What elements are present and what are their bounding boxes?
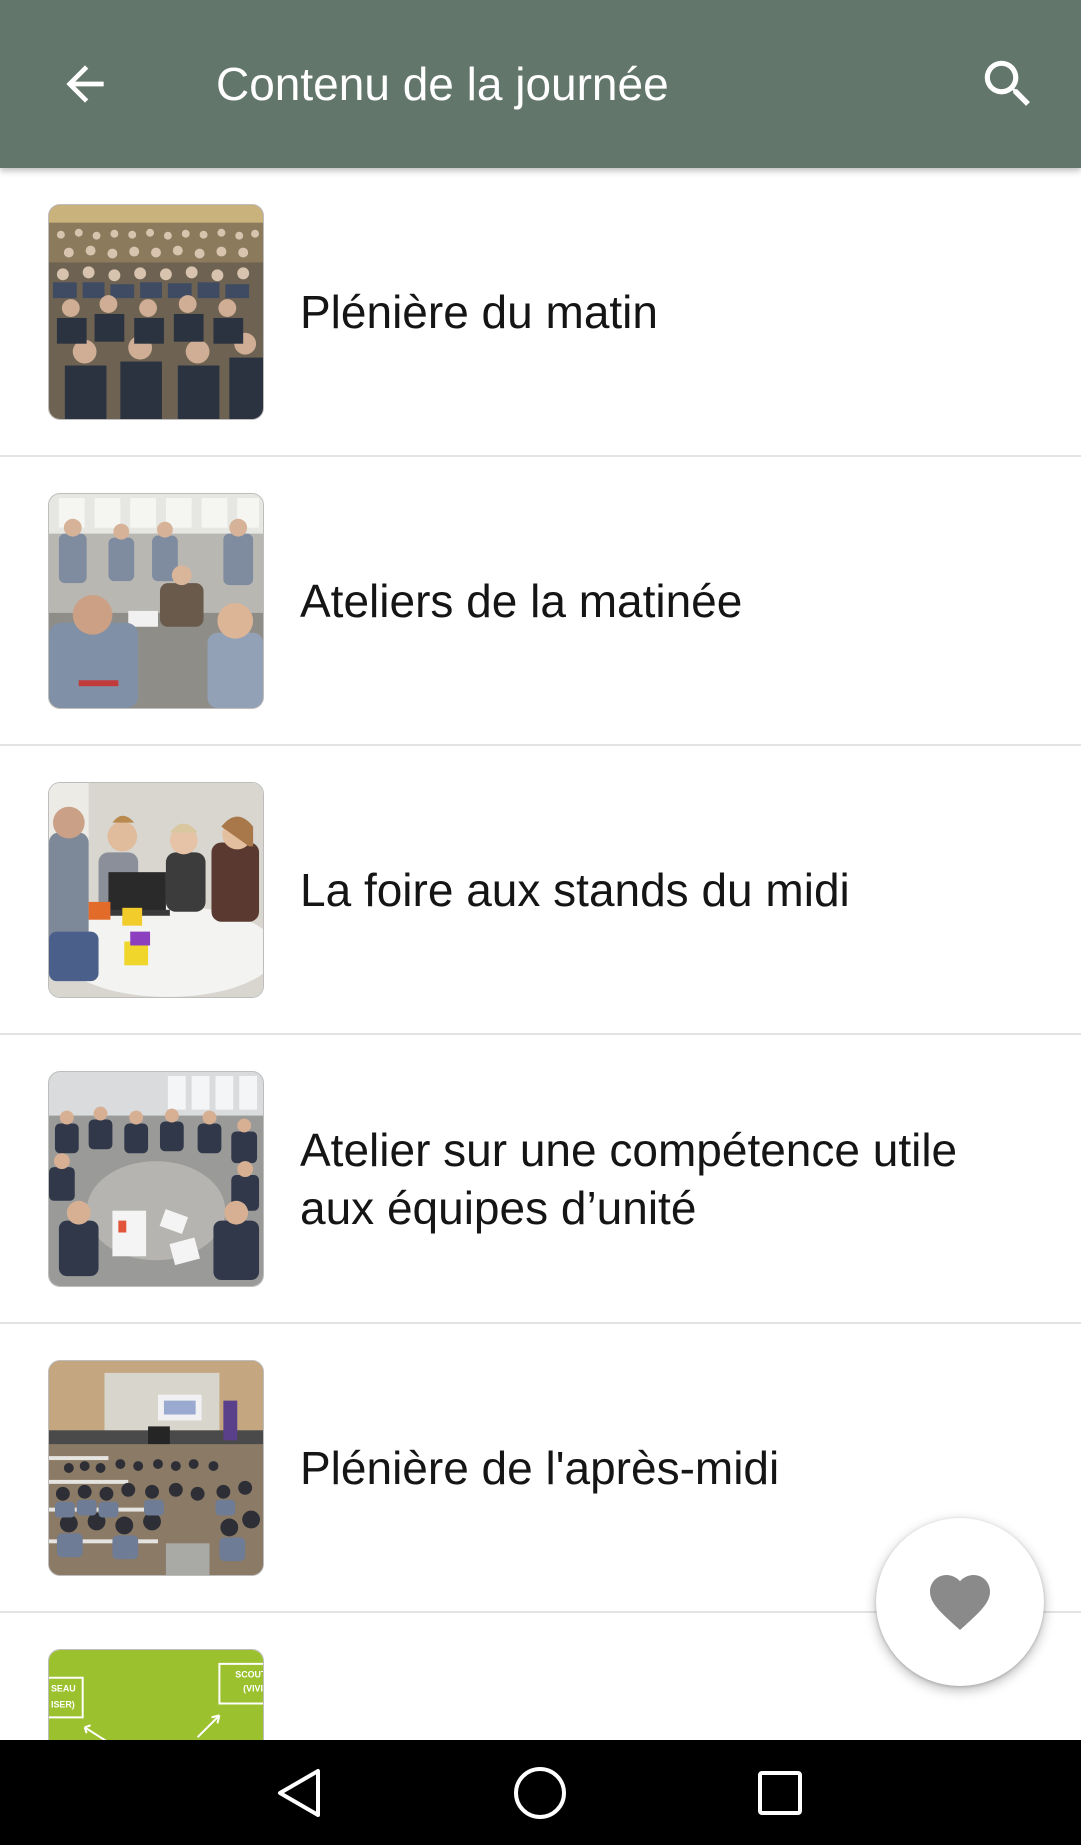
svg-text:SCOUTS: SCOUTS: [235, 1670, 263, 1680]
list-item[interactable]: La foire aux stands du midi: [0, 746, 1081, 1035]
nav-back-button[interactable]: [240, 1740, 360, 1845]
arrow-back-icon: [66, 65, 104, 103]
item-thumbnail: [48, 204, 264, 420]
item-title: Atelier sur une compétence utile aux équ…: [300, 1123, 958, 1234]
item-thumbnail: [48, 782, 264, 998]
system-navigation-bar: [0, 1740, 1081, 1845]
svg-text:SEAU: SEAU: [51, 1684, 76, 1694]
item-title: Ateliers de la matinée: [300, 574, 743, 627]
nav-home-circle-icon: [514, 1766, 566, 1819]
photo-lecture-hall-screen: [49, 1361, 263, 1575]
photo-group-circle-floor: [49, 1072, 263, 1286]
nav-recents-button[interactable]: [720, 1740, 840, 1845]
item-thumbnail: [48, 493, 264, 709]
item-thumbnail: [48, 1360, 264, 1576]
nav-recents-square-icon: [758, 1770, 802, 1815]
favorite-fab[interactable]: [876, 1518, 1044, 1686]
list-item[interactable]: Ateliers de la matinée: [0, 457, 1081, 746]
search-button[interactable]: [963, 44, 1053, 124]
page-title: Contenu de la journée: [216, 58, 669, 110]
top-app-bar: Contenu de la journée: [0, 0, 1081, 168]
content-list: Plénière du matin Ateliers de la matinée…: [0, 168, 1081, 1740]
photo-green-diagram-partial: SEAU ISER) SCOUTS (VIVI: [49, 1650, 263, 1740]
photo-group-circle-workshop: [49, 494, 263, 708]
photo-auditorium-audience: [49, 205, 263, 419]
svg-text:ISER): ISER): [51, 1699, 75, 1709]
nav-back-triangle-icon: [278, 1768, 320, 1817]
search-icon: [984, 60, 1030, 106]
svg-text:(VIVI: (VIVI: [243, 1684, 263, 1694]
list-item[interactable]: Plénière du matin: [0, 168, 1081, 457]
app-screen: Contenu de la journée Plénière du matin …: [0, 0, 1081, 1845]
list-item[interactable]: Atelier sur une compétence utile aux équ…: [0, 1035, 1081, 1324]
item-thumbnail: [48, 1071, 264, 1287]
heart-icon: [930, 1575, 990, 1631]
item-title: La foire aux stands du midi: [300, 863, 850, 916]
nav-home-button[interactable]: [480, 1740, 600, 1845]
item-thumbnail: SEAU ISER) SCOUTS (VIVI: [48, 1649, 264, 1740]
back-button[interactable]: [40, 44, 130, 124]
photo-table-laptop-stand: [49, 783, 263, 997]
item-title: Plénière du matin: [300, 285, 658, 338]
